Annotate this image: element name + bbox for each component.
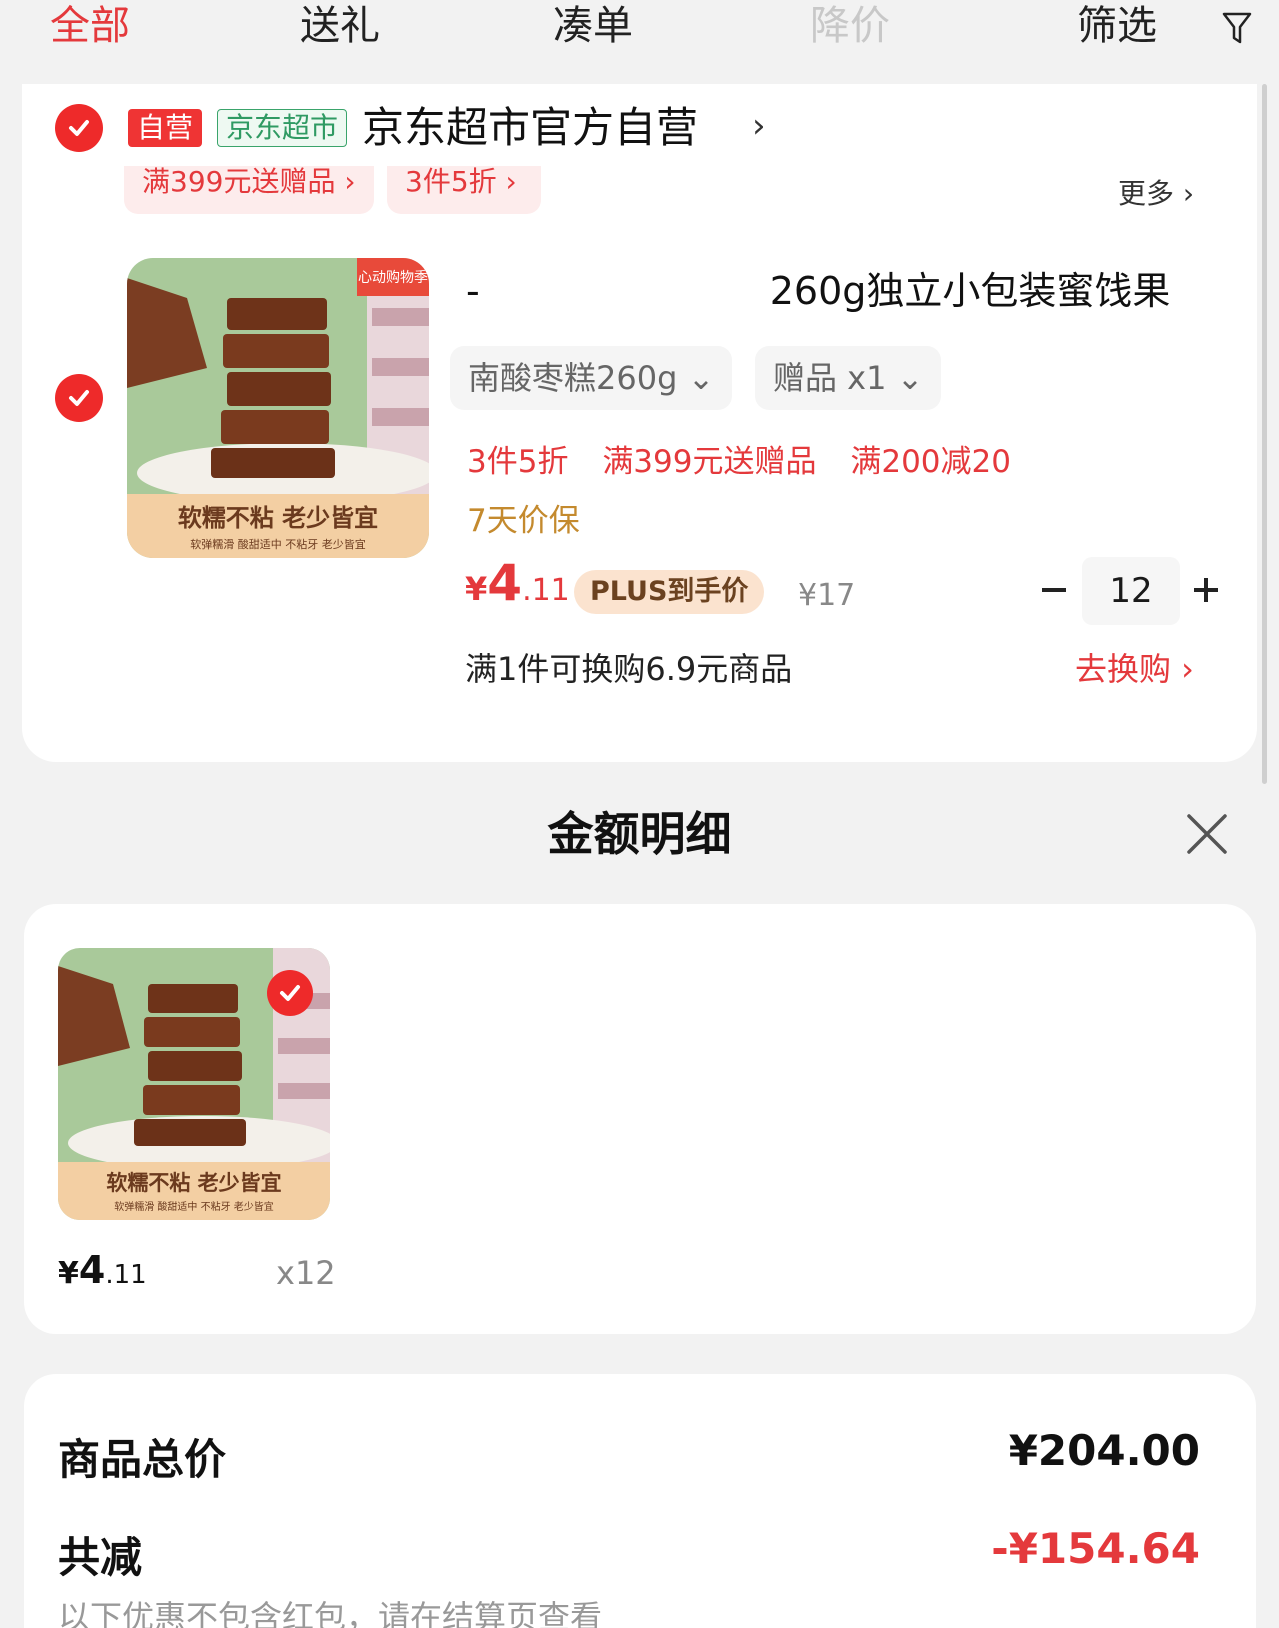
image-badge-text: 心动购物季 — [358, 270, 428, 286]
price-decimal: .11 — [105, 1260, 147, 1290]
promo-chip-discount[interactable]: 3件5折 › — [387, 166, 541, 214]
sheet-title: 金额明细 — [547, 807, 732, 861]
filter-icon[interactable] — [1222, 10, 1252, 46]
top-tab-bar: 全部 送礼 凑单 降价 筛选 — [0, 0, 1279, 60]
minus-icon[interactable] — [1040, 569, 1070, 609]
selected-item-price: ¥4.11 — [58, 1248, 147, 1292]
price-integer: 4 — [487, 554, 523, 612]
image-subcaption: 软弹糯滑 酸甜适中 不粘牙 老少皆宜 — [190, 537, 366, 551]
image-caption: 软糯不粘 老少皆宜 — [106, 1171, 281, 1195]
store-select-checkbox[interactable] — [55, 104, 103, 152]
tab-gift[interactable]: 送礼 — [300, 0, 380, 52]
jd-supermarket-tag: 京东超市 — [217, 109, 348, 147]
discount-label: 共减 — [58, 1533, 143, 1582]
swap-purchase-link[interactable]: 去换购 › — [1075, 644, 1194, 690]
plus-icon[interactable] — [1192, 569, 1222, 609]
tab-price-drop[interactable]: 降价 — [810, 0, 890, 52]
price-integer: 4 — [78, 1248, 106, 1292]
swap-purchase-text: 满1件可换购6.9元商品 — [465, 650, 793, 688]
spec-selector[interactable]: 南酸枣糕260g ⌄ — [450, 346, 733, 410]
more-promos-link[interactable]: 更多 › — [1118, 172, 1194, 212]
price-guarantee: 7天价保 — [467, 503, 580, 539]
selected-item-checkbox[interactable] — [267, 970, 313, 1016]
amount-detail-sheet: 金额明细 软糯不粘 老少皆宜 软弹糯滑 酸甜适中 不粘牙 老少皆宜 ¥4.11 … — [0, 784, 1279, 1628]
promo-gift-399: 满399元送赠品 — [602, 444, 817, 480]
product-title-start: - — [466, 269, 480, 313]
selected-item-quantity: x12 — [276, 1254, 336, 1292]
promo-chip-gift[interactable]: 满399元送赠品 › — [124, 166, 374, 214]
gift-selector[interactable]: 赠品 x1 ⌄ — [755, 346, 942, 410]
store-cart-card: 自营 京东超市 京东超市官方自营 › 满399元送赠品 › 3件5折 › 更多 … — [22, 84, 1257, 762]
image-caption: 软糯不粘 老少皆宜 — [178, 504, 378, 532]
image-subcaption: 软弹糯滑 酸甜适中 不粘牙 老少皆宜 — [114, 1200, 274, 1213]
plus-price-badge: PLUS到手价 — [574, 570, 765, 614]
total-price-label: 商品总价 — [58, 1435, 227, 1484]
price-summary-card: 商品总价 ¥204.00 共减 -¥154.64 以下优惠不包含红包，请在结算页… — [24, 1374, 1256, 1628]
check-icon — [69, 390, 89, 406]
promo-3-for-50-off: 3件5折 — [467, 444, 569, 480]
product-promotions: 3件5折 满399元送赠品 满200减20 — [467, 436, 1035, 481]
discount-value: -¥154.64 — [991, 1524, 1200, 1573]
discount-note: 以下优惠不包含红包，请在结算页查看 — [58, 1598, 603, 1628]
check-icon — [69, 120, 89, 136]
quantity-input[interactable]: 12 — [1082, 557, 1180, 625]
total-price-value: ¥204.00 — [1008, 1426, 1200, 1475]
item-select-checkbox[interactable] — [55, 374, 103, 422]
price-currency: ¥ — [465, 570, 488, 608]
tab-bundle[interactable]: 凑单 — [553, 0, 633, 52]
tab-filter[interactable]: 筛选 — [1077, 0, 1157, 52]
product-title[interactable]: - 260g独立小包装蜜饯果 — [466, 268, 1226, 314]
product-price: ¥4.11 — [465, 554, 570, 612]
title-redaction — [479, 278, 770, 309]
original-price: ¥17 — [798, 578, 856, 613]
chevron-right-icon[interactable]: › — [752, 106, 766, 146]
self-operated-tag: 自营 — [128, 109, 203, 147]
check-icon — [280, 985, 300, 1001]
close-icon[interactable] — [1183, 810, 1231, 858]
store-name[interactable]: 京东超市官方自营 — [362, 104, 698, 152]
product-title-end: 260g独立小包装蜜饯果 — [769, 269, 1171, 313]
price-currency: ¥ — [58, 1256, 79, 1291]
promo-200-minus-20: 满200减20 — [850, 444, 1011, 480]
tab-all[interactable]: 全部 — [50, 0, 130, 52]
price-decimal: .11 — [522, 573, 570, 608]
scrollbar[interactable] — [1262, 84, 1267, 784]
selected-items-card: 软糯不粘 老少皆宜 软弹糯滑 酸甜适中 不粘牙 老少皆宜 ¥4.11 x12 — [24, 904, 1256, 1334]
product-image[interactable]: 心动购物季 软糯不粘 老少皆宜 软弹糯滑 酸甜适中 不粘牙 老少皆宜 — [127, 258, 429, 558]
